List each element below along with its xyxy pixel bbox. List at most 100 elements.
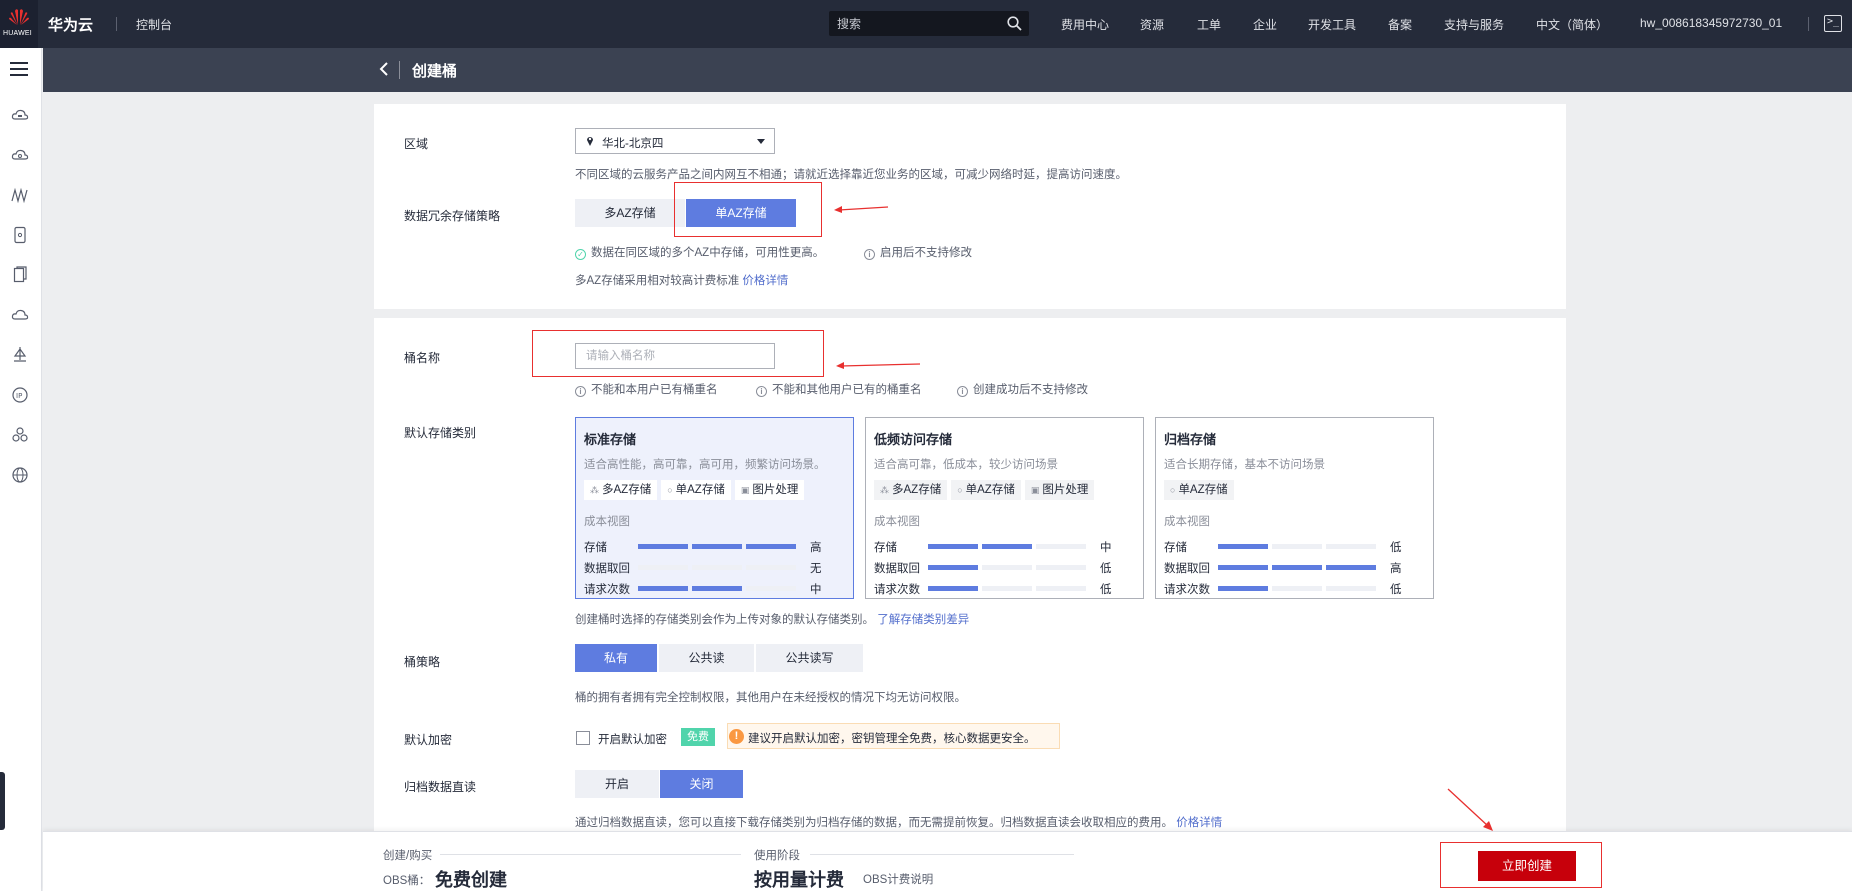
- annotation-arrow: [834, 206, 889, 213]
- cost-row-label: 数据取回: [874, 563, 920, 575]
- console-link[interactable]: 控制台: [136, 16, 172, 33]
- storage-class-tag: ○ 单AZ存储: [661, 480, 731, 500]
- nav-billing[interactable]: 费用中心: [1061, 16, 1109, 33]
- policy-public-rw-button[interactable]: 公共读写: [756, 644, 863, 672]
- storage-class-card[interactable]: 归档存储 适合长期存储，基本不访问场景 ○ 单AZ存储 成本视图 存储低数据取回高请求次数…: [1155, 417, 1434, 599]
- info-icon: i: [756, 386, 767, 397]
- info-icon: i: [957, 386, 968, 397]
- cost-view-label: 成本视图: [584, 516, 630, 528]
- document-icon[interactable]: [11, 266, 29, 284]
- archive-on-button[interactable]: 开启: [575, 770, 659, 798]
- cost-level-bar: [746, 586, 796, 591]
- nav-dev-tools[interactable]: 开发工具: [1308, 16, 1356, 33]
- cost-row: 存储 高: [584, 539, 846, 554]
- region-hint: 不同区域的云服务产品之间内网互不相通；请就近选择靠近您业务的区域，可减少网络时延…: [575, 169, 1127, 181]
- archive-hint-text: 通过归档数据直读，您可以直接下载存储类别为归档存储的数据，而无需提前恢复。归档数…: [575, 817, 1173, 829]
- cost-row-label: 数据取回: [1164, 563, 1210, 575]
- cost-level-bar: [982, 565, 1032, 570]
- cloud-icon[interactable]: [11, 306, 29, 324]
- nav-enterprise[interactable]: 企业: [1253, 16, 1277, 33]
- cost-row: 数据取回 低: [874, 560, 1136, 575]
- multi-az-icon: ⁂: [880, 485, 889, 495]
- region-value: 华北-北京四: [602, 138, 664, 150]
- storage-class-title: 归档存储: [1164, 432, 1217, 447]
- cost-level-bar: [692, 565, 742, 570]
- search-input[interactable]: [837, 15, 997, 32]
- top-bar: HUAWEI 华为云 控制台 费用中心 资源 工单 企业 开发工具 备案 支持与…: [0, 0, 1852, 48]
- rail-collapse-handle[interactable]: [0, 772, 5, 830]
- brand-name[interactable]: 华为云: [48, 14, 93, 35]
- cost-level-bar: [1326, 565, 1376, 570]
- ip-icon[interactable]: IP: [11, 386, 29, 404]
- archive-off-button[interactable]: 关闭: [660, 770, 743, 798]
- multi-az-button[interactable]: 多AZ存储: [575, 199, 685, 227]
- cluster-icon[interactable]: [11, 426, 29, 444]
- cost-level-bar: [1218, 565, 1268, 570]
- single-az-icon: ○: [1170, 485, 1176, 495]
- cost-row-value: 高: [1390, 563, 1402, 575]
- single-az-icon: ○: [667, 485, 673, 495]
- policy-public-read-button[interactable]: 公共读: [659, 644, 754, 672]
- annotation-arrow: [1447, 788, 1493, 831]
- redundancy-info-hint: i 启用后不支持修改: [864, 244, 972, 260]
- terminal-icon[interactable]: >_: [1824, 15, 1842, 32]
- cost-level-bar: [1036, 544, 1086, 549]
- cost-row-value: 高: [810, 542, 822, 554]
- nav-filing[interactable]: 备案: [1388, 16, 1412, 33]
- nav-account[interactable]: hw_008618345972730_01: [1640, 16, 1782, 30]
- cost-row: 存储 中: [874, 539, 1136, 554]
- cost-level-bar: [1272, 586, 1322, 591]
- archive-price-link[interactable]: 价格详情: [1176, 817, 1222, 829]
- storage-class-tags: ⁂ 多AZ存储 ○ 单AZ存储 ▣ 图片处理: [584, 480, 808, 500]
- storage-class-card[interactable]: 标准存储 适合高性能，高可靠，高可用，频繁访问场景。 ⁂ 多AZ存储 ○ 单AZ存储 ▣ 图片…: [575, 417, 854, 599]
- cost-level-bar: [1326, 544, 1376, 549]
- search-box[interactable]: [829, 11, 1029, 36]
- network-icon[interactable]: [11, 186, 29, 204]
- storage-class-label: 默认存储类别: [404, 426, 477, 440]
- back-arrow-icon[interactable]: [378, 61, 390, 77]
- divider: [116, 17, 117, 31]
- price-detail-link[interactable]: 价格详情: [742, 275, 788, 287]
- nav-resources[interactable]: 资源: [1140, 16, 1164, 33]
- huawei-logo[interactable]: HUAWEI: [0, 0, 38, 48]
- nav-support[interactable]: 支持与服务: [1444, 16, 1504, 33]
- cost-level-bar: [1218, 544, 1268, 549]
- cloud-database-icon[interactable]: [11, 146, 29, 164]
- divider: [440, 854, 741, 855]
- cost-level-bar: [928, 586, 978, 591]
- divider: [399, 61, 400, 79]
- storage-class-title: 低频访问存储: [874, 432, 953, 447]
- storage-class-tags: ⁂ 多AZ存储 ○ 单AZ存储 ▣ 图片处理: [874, 480, 1098, 500]
- encryption-warning-text: 建议开启默认加密，密钥管理全免费，核心数据更安全。: [748, 733, 1036, 745]
- cost-level-bar: [928, 565, 978, 570]
- cloud-server-icon[interactable]: [11, 106, 29, 124]
- redundancy-label: 数据冗余存储策略: [404, 209, 501, 223]
- obs-billing-link[interactable]: OBS计费说明: [863, 871, 933, 887]
- storage-diff-link[interactable]: 了解存储类别差异: [877, 614, 969, 626]
- storage-class-tag: ⁂ 多AZ存储: [874, 480, 948, 500]
- cost-row-label: 请求次数: [874, 584, 920, 596]
- nav-tickets[interactable]: 工单: [1197, 16, 1221, 33]
- policy-private-button[interactable]: 私有: [575, 644, 657, 672]
- menu-icon[interactable]: [10, 62, 28, 76]
- obs-label: OBS桶：: [383, 875, 431, 887]
- cost-row: 数据取回 无: [584, 560, 846, 575]
- storage-class-title: 标准存储: [584, 432, 637, 447]
- search-icon[interactable]: [1007, 16, 1022, 31]
- info-icon: i: [864, 249, 875, 260]
- encryption-checkbox-label[interactable]: 开启默认加密: [598, 731, 667, 747]
- bucket-rule-2: i 不能和其他用户已有的桶重名: [756, 381, 922, 397]
- storage-class-card[interactable]: 低频访问存储 适合高可靠，低成本，较少访问场景 ⁂ 多AZ存储 ○ 单AZ存储 ▣ 图片处理成…: [865, 417, 1144, 599]
- globe-icon[interactable]: [11, 466, 29, 484]
- cost-view-label: 成本视图: [1164, 516, 1210, 528]
- encryption-label: 默认加密: [404, 733, 453, 747]
- nav-language[interactable]: 中文（简体）: [1536, 16, 1608, 33]
- storage-class-tag-label: 单AZ存储: [675, 484, 725, 496]
- cost-level-bar: [1272, 565, 1322, 570]
- deploy-icon[interactable]: [11, 346, 29, 364]
- cost-row: 存储 低: [1164, 539, 1426, 554]
- terminal-icon-glyph: >_: [1827, 16, 1840, 27]
- storage-icon[interactable]: [11, 226, 29, 244]
- region-select[interactable]: 华北-北京四: [575, 128, 775, 154]
- encryption-checkbox[interactable]: [576, 731, 590, 745]
